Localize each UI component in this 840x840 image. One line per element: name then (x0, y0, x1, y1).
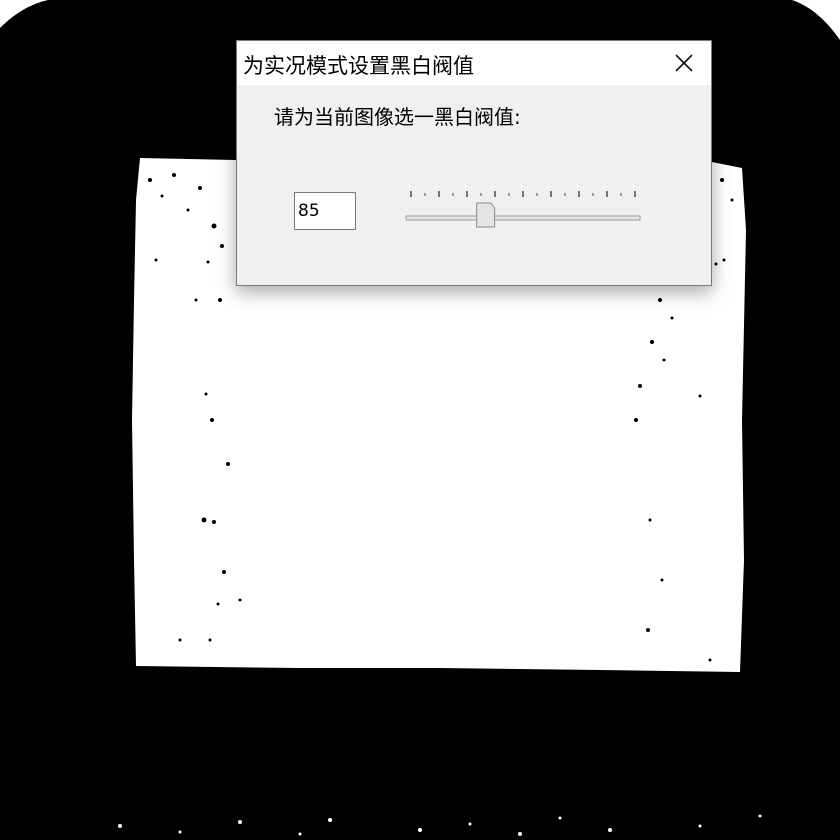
threshold-value-input[interactable] (294, 192, 356, 230)
live-mode-preview-window: 为实况模式设置黑白阀值 请为当前图像选一黑白阀值: (0, 0, 840, 840)
slider-thumb[interactable] (476, 202, 496, 228)
slider-ticks (410, 191, 636, 197)
close-button[interactable] (657, 41, 711, 85)
slider-track (405, 215, 641, 221)
threshold-slider[interactable] (403, 181, 643, 241)
close-icon (675, 54, 693, 72)
bw-threshold-dialog: 为实况模式设置黑白阀值 请为当前图像选一黑白阀值: (236, 40, 712, 286)
dialog-title: 为实况模式设置黑白阀值 (243, 54, 474, 78)
slider-thumb-shape[interactable] (476, 202, 496, 228)
threshold-prompt-label: 请为当前图像选一黑白阀值: (274, 105, 521, 129)
dialog-titlebar[interactable]: 为实况模式设置黑白阀值 (237, 41, 711, 85)
